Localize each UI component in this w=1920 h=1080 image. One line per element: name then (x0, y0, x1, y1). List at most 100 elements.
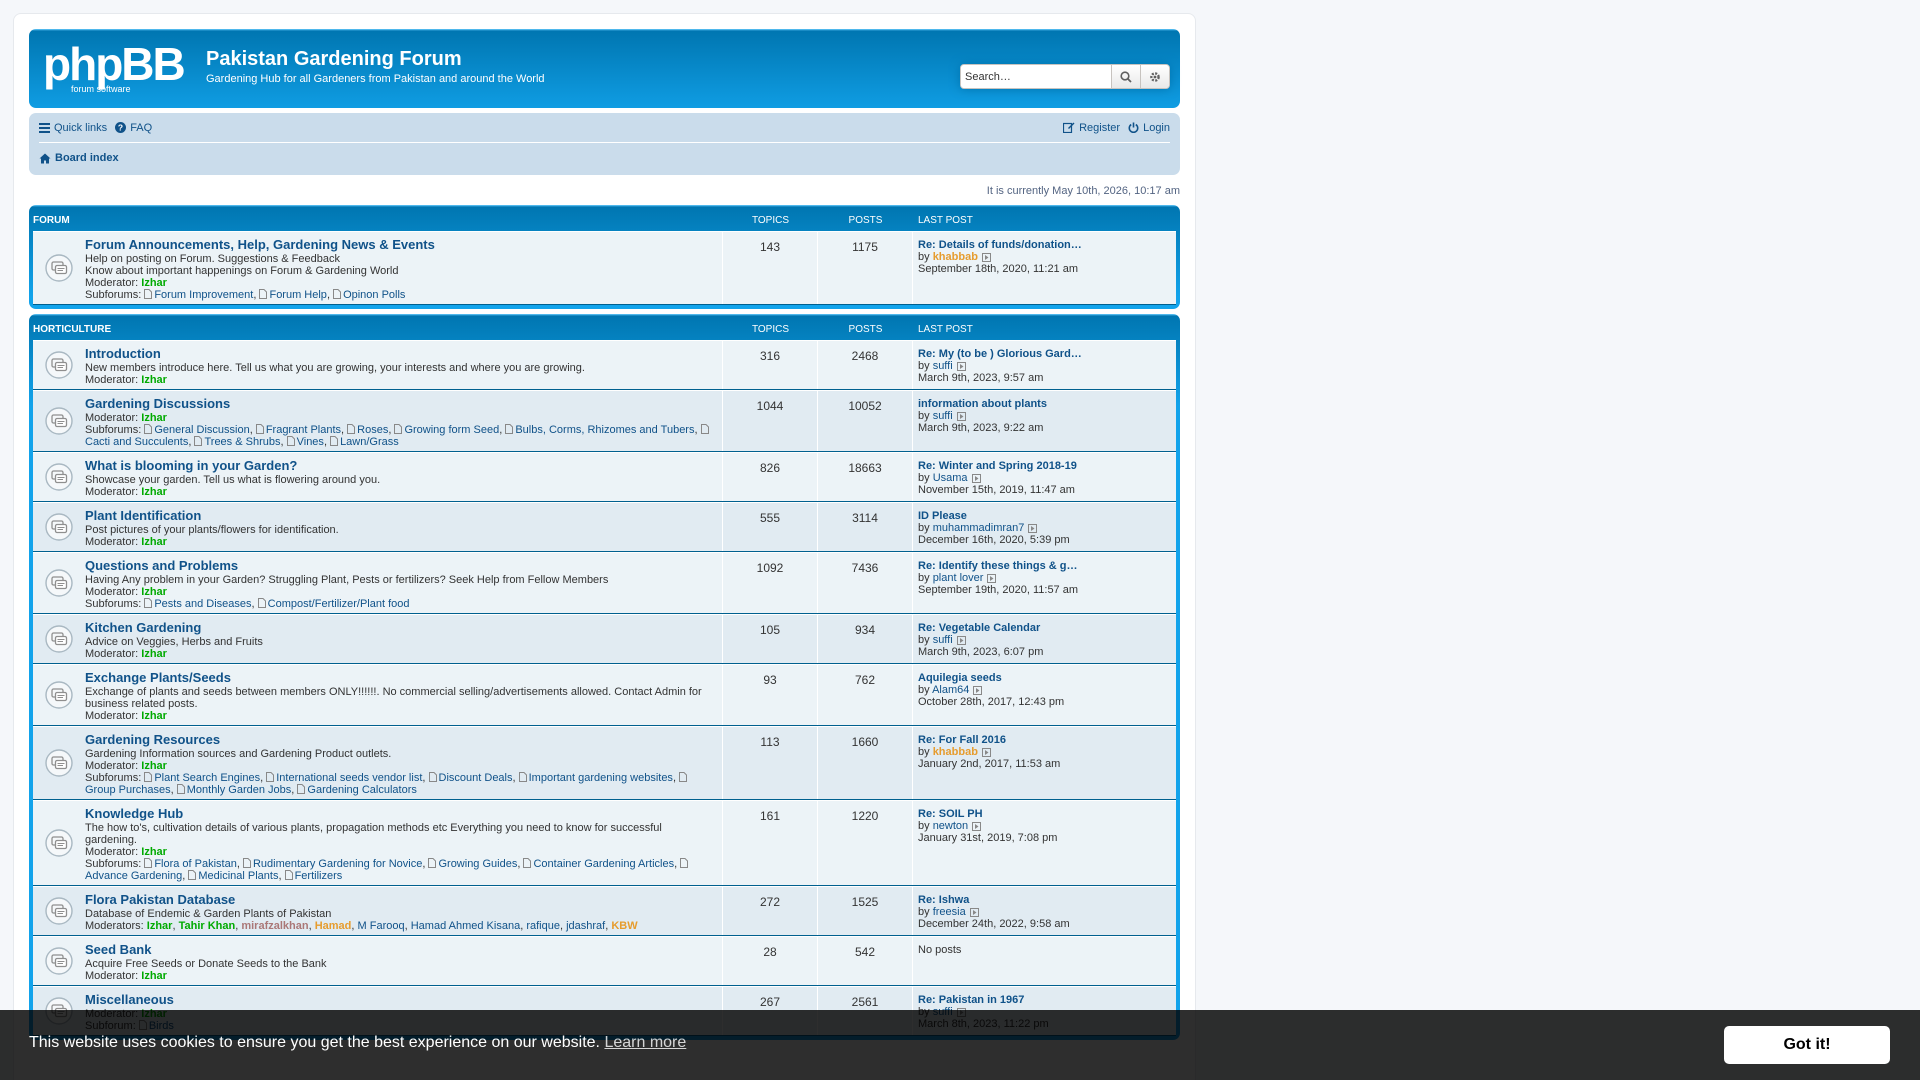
moderator-link[interactable]: Izhar (141, 710, 167, 722)
view-latest-post-icon[interactable] (981, 747, 991, 757)
subforum-link[interactable]: Pests and Diseases (154, 598, 251, 610)
moderator-link[interactable]: Izhar (141, 412, 167, 424)
last-post-title[interactable]: Re: Vegetable Calendar (918, 622, 1163, 634)
last-post-author[interactable]: khabbab (933, 251, 978, 263)
moderator-link[interactable]: mirafzalkhan (241, 920, 308, 932)
moderator-link[interactable]: Izhar (141, 536, 167, 548)
view-latest-post-icon[interactable] (971, 473, 981, 483)
category-name[interactable]: FORUM (33, 215, 723, 226)
subforum-link[interactable]: Discount Deals (439, 772, 513, 784)
subforum-link[interactable]: Important gardening websites (529, 772, 673, 784)
view-latest-post-icon[interactable] (969, 907, 979, 917)
last-post-author[interactable]: Alam64 (932, 684, 969, 696)
subforum-link[interactable]: Medicinal Plants (198, 870, 278, 882)
moderator-link[interactable]: Hamad Ahmed Kisana (411, 920, 520, 932)
view-latest-post-icon[interactable] (972, 821, 982, 831)
view-latest-post-icon[interactable] (956, 411, 966, 421)
forum-row[interactable]: Plant Identification Post pictures of you… (33, 502, 1176, 552)
last-post-author[interactable]: suffi (933, 360, 953, 372)
moderator-link[interactable]: KBW (611, 920, 637, 932)
forum-title[interactable]: Exchange Plants/Seeds (85, 670, 716, 685)
view-latest-post-icon[interactable] (1028, 523, 1038, 533)
forum-title[interactable]: Gardening Discussions (85, 396, 716, 411)
last-post-title[interactable]: Re: Identify these things & g… (918, 560, 1163, 572)
moderator-link[interactable]: jdashraf (566, 920, 605, 932)
subforum-link[interactable]: Growing Guides (438, 858, 517, 870)
forum-title[interactable]: Miscellaneous (85, 992, 716, 1007)
subforum-link[interactable]: Forum Improvement (154, 289, 253, 301)
last-post-author[interactable]: suffi (933, 634, 953, 646)
phpbb-logo[interactable]: phpBB forum software (41, 38, 193, 96)
site-title[interactable]: Pakistan Gardening Forum (206, 48, 462, 71)
subforum-link[interactable]: Plant Search Engines (154, 772, 260, 784)
forum-row[interactable]: Gardening Resources Gardening Information… (33, 726, 1176, 800)
subforum-link[interactable]: Growing form Seed (404, 424, 499, 436)
moderator-link[interactable]: Izhar (141, 374, 167, 386)
forum-title[interactable]: What is blooming in your Garden? (85, 458, 716, 473)
forum-row[interactable]: Questions and Problems Having Any problem… (33, 552, 1176, 614)
forum-row[interactable]: Seed Bank Acquire Free Seeds or Donate Se… (33, 936, 1176, 986)
forum-title[interactable]: Gardening Resources (85, 732, 716, 747)
subforum-link[interactable]: Bulbs, Corms, Rhizomes and Tubers (515, 424, 694, 436)
last-post-author[interactable]: khabbab (933, 746, 978, 758)
moderator-link[interactable]: Izhar (141, 586, 167, 598)
view-latest-post-icon[interactable] (973, 685, 983, 695)
forum-row[interactable]: Kitchen Gardening Advice on Veggies, Herb… (33, 614, 1176, 664)
forum-row[interactable]: Knowledge Hub The how to's, cultivation d… (33, 800, 1176, 886)
moderator-link[interactable]: Izhar (141, 846, 167, 858)
view-latest-post-icon[interactable] (981, 252, 991, 262)
last-post-author[interactable]: Usama (933, 472, 968, 484)
subforum-link[interactable]: Forum Help (269, 289, 326, 301)
forum-title[interactable]: Questions and Problems (85, 558, 716, 573)
subforum-link[interactable]: Lawn/Grass (340, 436, 399, 448)
advanced-search-button[interactable] (1140, 65, 1169, 88)
subforum-link[interactable]: Fertilizers (295, 870, 343, 882)
last-post-title[interactable]: Re: Details of funds/donation… (918, 239, 1163, 251)
last-post-author[interactable]: plant lover (933, 572, 984, 584)
search-input[interactable] (961, 65, 1111, 88)
last-post-title[interactable]: Re: Ishwa (918, 894, 1163, 906)
moderator-link[interactable]: Izhar (141, 648, 167, 660)
last-post-title[interactable]: ID Please (918, 510, 1163, 522)
moderator-link[interactable]: rafique (526, 920, 560, 932)
last-post-author[interactable]: freesia (933, 906, 966, 918)
last-post-author[interactable]: suffi (933, 410, 953, 422)
forum-title[interactable]: Kitchen Gardening (85, 620, 716, 635)
moderator-link[interactable]: Izhar (147, 920, 173, 932)
subforum-link[interactable]: Advance Gardening (85, 870, 182, 882)
last-post-author[interactable]: muhammadimran7 (933, 522, 1025, 534)
subforum-link[interactable]: Fragrant Plants (266, 424, 341, 436)
forum-title[interactable]: Flora Pakistan Database (85, 892, 716, 907)
forum-title[interactable]: Forum Announcements, Help, Gardening New… (85, 237, 716, 252)
breadcrumb-board-index[interactable]: Board index (39, 152, 119, 164)
forum-title[interactable]: Plant Identification (85, 508, 716, 523)
subforum-link[interactable]: International seeds vendor list (276, 772, 422, 784)
learn-more-link[interactable]: Learn more (604, 1034, 686, 1051)
view-latest-post-icon[interactable] (987, 573, 997, 583)
last-post-title[interactable]: Re: Winter and Spring 2018-19 (918, 460, 1163, 472)
forum-title[interactable]: Knowledge Hub (85, 806, 716, 821)
subforum-link[interactable]: Vines (297, 436, 324, 448)
moderator-link[interactable]: Izhar (141, 486, 167, 498)
subforum-link[interactable]: Cacti and Succulents (85, 436, 188, 448)
moderator-link[interactable]: Hamad (315, 920, 352, 932)
moderator-link[interactable]: Izhar (141, 277, 167, 289)
last-post-title[interactable]: information about plants (918, 398, 1163, 410)
search-button[interactable] (1111, 65, 1140, 88)
view-latest-post-icon[interactable] (956, 361, 966, 371)
forum-row[interactable]: Forum Announcements, Help, Gardening New… (33, 231, 1176, 305)
last-post-title[interactable]: Re: SOIL PH (918, 808, 1163, 820)
subforum-link[interactable]: Trees & Shrubs (204, 436, 280, 448)
moderator-link[interactable]: M Farooq (358, 920, 405, 932)
faq-link[interactable]: ? FAQ (115, 122, 152, 134)
forum-row[interactable]: Exchange Plants/Seeds Exchange of plants … (33, 664, 1176, 726)
category-name[interactable]: HORTICULTURE (33, 324, 723, 335)
login-link[interactable]: Login (1128, 122, 1170, 134)
last-post-title[interactable]: Re: For Fall 2016 (918, 734, 1163, 746)
subforum-link[interactable]: Roses (357, 424, 388, 436)
last-post-title[interactable]: Re: My (to be ) Glorious Gard… (918, 348, 1163, 360)
forum-title[interactable]: Seed Bank (85, 942, 716, 957)
register-link[interactable]: Register (1063, 122, 1120, 134)
forum-row[interactable]: Flora Pakistan Database Database of Endem… (33, 886, 1176, 936)
moderator-link[interactable]: Izhar (141, 760, 167, 772)
